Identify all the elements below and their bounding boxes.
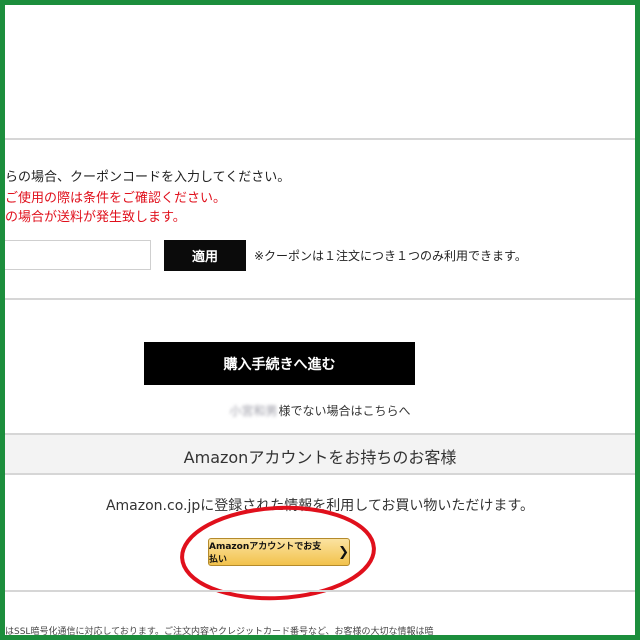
divider: [5, 298, 635, 300]
coupon-condition-warning: ご使用の際は条件をご確認ください。: [5, 191, 227, 206]
page-content: らの場合、クーポンコードを入力してください。 ご使用の際は条件をご確認ください。…: [0, 0, 640, 640]
divider: [5, 590, 635, 592]
amazon-section-title: Amazonアカウントをお持ちのお客様: [183, 448, 457, 467]
amazon-pay-button[interactable]: Amazonアカウントでお支払い ❯: [208, 538, 350, 566]
ssl-security-note: はSSL暗号化通信に対応しております。ご注文内容やクレジットカード番号など、お客…: [5, 627, 434, 637]
amazon-pay-label: Amazonアカウントでお支払い: [209, 542, 322, 565]
coupon-instruction: らの場合、クーポンコードを入力してください。: [5, 170, 291, 185]
coupon-shipping-warning: の場合が送料が発生致します。: [5, 210, 186, 225]
coupon-apply-button[interactable]: 適用: [164, 240, 246, 271]
chevron-right-icon: ❯: [338, 544, 349, 560]
divider: [5, 473, 635, 475]
divider: [5, 138, 635, 140]
coupon-code-input[interactable]: [0, 240, 151, 270]
user-name: 小宮和男: [229, 404, 278, 418]
not-this-user-link[interactable]: 小宮和男様でない場合はこちらへ: [0, 402, 640, 419]
coupon-limit-note: ※クーポンは１注文につき１つのみ利用できます。: [254, 249, 527, 263]
amazon-description: Amazon.co.jpに登録された情報を利用してお買い物いただけます。: [105, 498, 535, 514]
proceed-checkout-button[interactable]: 購入手続きへ進む: [144, 342, 415, 385]
not-user-link-text: 様でない場合はこちらへ: [278, 404, 411, 418]
